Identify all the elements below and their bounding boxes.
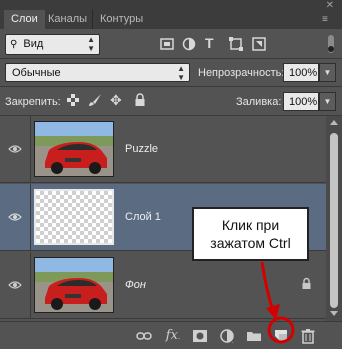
annotation-circle <box>267 316 295 344</box>
annotation-callout: Клик при зажатом Ctrl <box>192 207 309 261</box>
annotation-arrow <box>260 261 276 315</box>
layers-panel: ✕ Слои Каналы Контуры ≡ ⚲ Вид ▲ ▼ T Обычн… <box>0 0 342 349</box>
annotation-overlay <box>260 261 295 344</box>
